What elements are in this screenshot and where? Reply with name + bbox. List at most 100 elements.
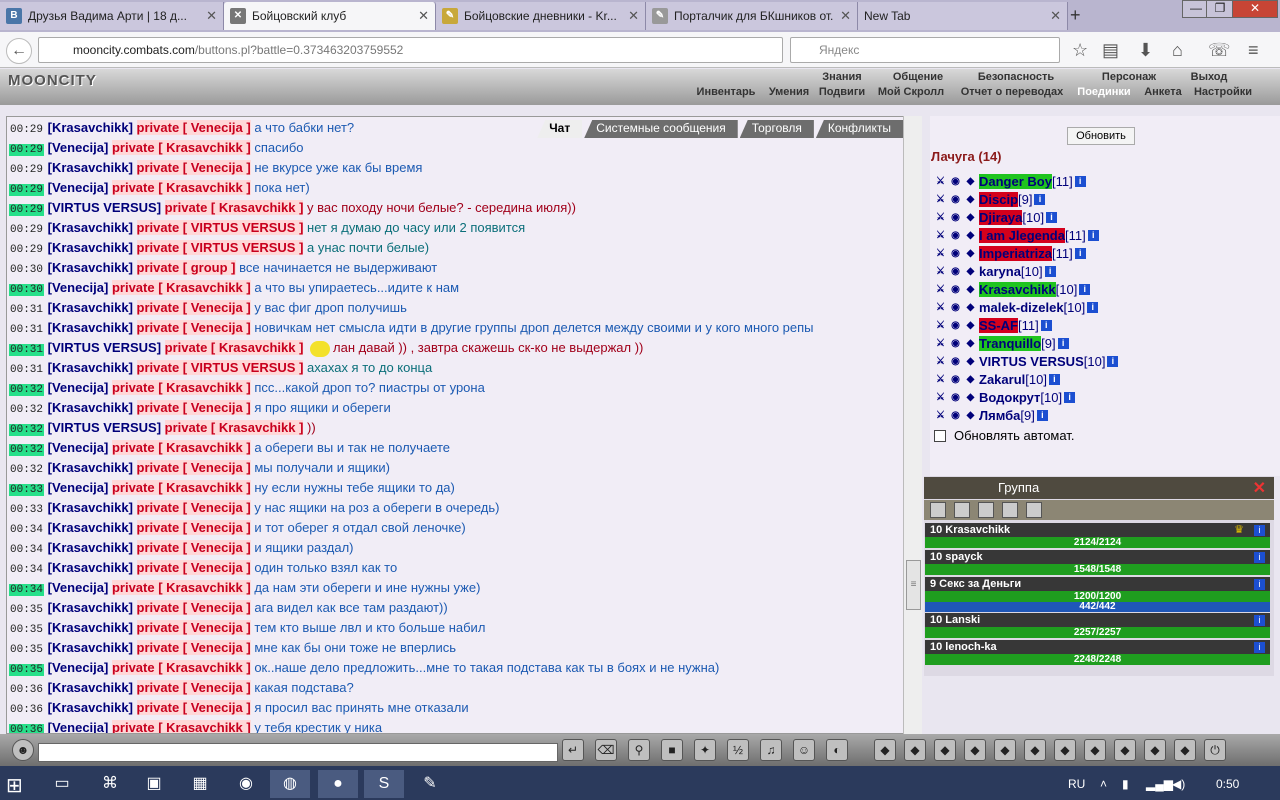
browser-tab[interactable]: ✎ Бойцовские дневники - Kr... ✕ xyxy=(436,2,646,30)
smiley-menu-icon[interactable]: ☻ xyxy=(12,739,34,761)
message-sender[interactable]: [Venecija] xyxy=(48,720,109,733)
refresh-button[interactable]: Обновить xyxy=(1067,127,1135,145)
scroll-icon[interactable]: ◆ xyxy=(994,739,1016,761)
player-name[interactable]: Водокрут xyxy=(979,390,1040,405)
game-menu-item[interactable]: Знания xyxy=(808,71,876,83)
message-sender[interactable]: [Venecija] xyxy=(48,280,109,295)
calculator-icon[interactable]: ▦ xyxy=(180,770,220,798)
message-sender[interactable]: [Krasavchikk] xyxy=(48,260,133,275)
group-action-icon[interactable] xyxy=(978,502,994,518)
info-icon[interactable]: i xyxy=(1046,211,1058,223)
private-recipient[interactable]: private [ Venecija ] xyxy=(136,640,251,655)
flag-icon[interactable]: ◆ xyxy=(1174,739,1196,761)
info-icon[interactable]: i xyxy=(1036,409,1048,421)
chat-tab[interactable]: Торговля xyxy=(739,120,814,138)
magic-icon[interactable]: ◆ xyxy=(904,739,926,761)
private-recipient[interactable]: private [ Venecija ] xyxy=(136,460,251,475)
player-name[interactable]: SS-AF xyxy=(979,317,1018,333)
group-action-icon[interactable] xyxy=(930,502,946,518)
private-recipient[interactable]: private [ Venecija ] xyxy=(136,320,251,335)
smile-icon[interactable]: ☺ xyxy=(793,739,815,761)
private-recipient[interactable]: private [ Krasavchikk ] xyxy=(111,380,251,395)
browser-tab[interactable]: В Друзья Вадима Арти | 18 д... ✕ xyxy=(0,2,224,30)
chat-tab[interactable]: Чат xyxy=(537,120,583,138)
game-submenu-item[interactable]: Поединки xyxy=(1072,86,1136,98)
close-icon[interactable]: ✕ xyxy=(1253,478,1266,498)
tab-close-icon[interactable]: ✕ xyxy=(206,8,217,24)
private-recipient[interactable]: private [ Venecija ] xyxy=(136,160,251,175)
message-sender[interactable]: [Krasavchikk] xyxy=(48,700,133,715)
private-recipient[interactable]: private [ Venecija ] xyxy=(136,540,251,555)
message-sender[interactable]: [Krasavchikk] xyxy=(48,540,133,555)
private-recipient[interactable]: private [ Venecija ] xyxy=(136,560,251,575)
private-recipient[interactable]: private [ Venecija ] xyxy=(136,700,251,715)
chat-tab[interactable]: Конфликты xyxy=(815,120,903,138)
message-sender[interactable]: [Krasavchikk] xyxy=(48,460,133,475)
start-button[interactable]: ⊞ xyxy=(6,773,23,798)
message-sender[interactable]: [Krasavchikk] xyxy=(48,620,133,635)
info-icon[interactable]: i xyxy=(1079,283,1091,295)
private-recipient[interactable]: private [ Venecija ] xyxy=(136,120,251,135)
window-close-button[interactable]: ✕ xyxy=(1232,0,1278,18)
info-icon[interactable]: i xyxy=(1034,193,1046,205)
browser-tab[interactable]: ✎ Порталчик для БКшников от... ✕ xyxy=(646,2,858,30)
menu-icon[interactable]: ≡ xyxy=(1248,40,1259,61)
potion-icon[interactable]: ◆ xyxy=(874,739,896,761)
divide-icon[interactable]: ½ xyxy=(727,739,749,761)
player-name[interactable]: Discip xyxy=(979,191,1019,207)
chat-scrollbar[interactable]: ≡ xyxy=(903,116,922,734)
phone-icon[interactable]: ☏ xyxy=(1208,40,1231,61)
private-recipient[interactable]: private [ Venecija ] xyxy=(136,500,251,515)
message-sender[interactable]: [Krasavchikk] xyxy=(48,320,133,335)
private-recipient[interactable]: private [ Krasavchikk ] xyxy=(164,420,304,435)
hide-icon[interactable]: ◐ xyxy=(826,739,848,761)
info-icon[interactable]: i xyxy=(1057,337,1069,349)
message-sender[interactable]: [Venecija] xyxy=(48,480,109,495)
game-submenu-item[interactable]: Настройки xyxy=(1190,86,1256,98)
friends-icon[interactable]: ◆ xyxy=(1114,739,1136,761)
message-sender[interactable]: [Krasavchikk] xyxy=(48,240,133,255)
tray-arrow-icon[interactable]: ˄ xyxy=(1100,777,1107,791)
clock[interactable]: 0:50 xyxy=(1216,777,1239,791)
speaker-icon[interactable]: ♫ xyxy=(760,739,782,761)
game-menu-item[interactable]: Общение xyxy=(880,71,956,83)
player-name[interactable]: malek-dizelek xyxy=(979,300,1064,315)
info-icon[interactable]: i xyxy=(1074,175,1086,187)
game-menu-item[interactable]: Безопасность xyxy=(960,71,1072,83)
info-icon[interactable]: i xyxy=(1087,229,1099,241)
game-submenu-item[interactable]: Умения xyxy=(764,86,814,98)
group-member[interactable]: 10 Lanski i 2257/2257 xyxy=(925,613,1270,639)
message-sender[interactable]: [Krasavchikk] xyxy=(48,600,133,615)
info-icon[interactable]: i xyxy=(1254,525,1265,536)
message-sender[interactable]: [Venecija] xyxy=(48,580,109,595)
private-recipient[interactable]: private [ Venecija ] xyxy=(136,620,251,635)
message-sender[interactable]: [VIRTUS VERSUS] xyxy=(48,340,161,355)
private-recipient[interactable]: private [ VIRTUS VERSUS ] xyxy=(136,240,304,255)
game-submenu-item[interactable]: Мой Скролл xyxy=(874,86,948,98)
tab-close-icon[interactable]: ✕ xyxy=(1050,8,1061,24)
message-sender[interactable]: [Venecija] xyxy=(48,180,109,195)
message-sender[interactable]: [Krasavchikk] xyxy=(48,220,133,235)
info-icon[interactable]: i xyxy=(1254,552,1265,563)
private-recipient[interactable]: private [ Krasavchikk ] xyxy=(111,580,251,595)
message-sender[interactable]: [Krasavchikk] xyxy=(48,560,133,575)
chat-input[interactable] xyxy=(38,743,558,762)
home-icon[interactable]: ⌂ xyxy=(1172,40,1183,61)
message-sender[interactable]: [Venecija] xyxy=(48,380,109,395)
app-icon[interactable]: ▣ xyxy=(134,770,174,798)
private-recipient[interactable]: private [ Venecija ] xyxy=(136,520,251,535)
private-recipient[interactable]: private [ Krasavchikk ] xyxy=(111,660,251,675)
quest-icon[interactable]: ◆ xyxy=(1024,739,1046,761)
message-sender[interactable]: [VIRTUS VERSUS] xyxy=(48,200,161,215)
autorefresh-option[interactable]: Обновлять автомат. xyxy=(934,428,1074,443)
browser-tab[interactable]: New Tab ✕ xyxy=(858,2,1068,30)
game-submenu-item[interactable]: Инвентарь xyxy=(690,86,762,98)
autorefresh-checkbox[interactable] xyxy=(934,429,946,442)
private-recipient[interactable]: private [ VIRTUS VERSUS ] xyxy=(136,360,304,375)
game-menu-item[interactable]: Выход xyxy=(1180,71,1238,83)
message-sender[interactable]: [VIRTUS VERSUS] xyxy=(48,420,161,435)
info-icon[interactable]: i xyxy=(1107,355,1119,367)
private-recipient[interactable]: private [ group ] xyxy=(136,260,236,275)
volume-icon[interactable]: ◀) xyxy=(1172,777,1185,791)
private-recipient[interactable]: private [ Venecija ] xyxy=(136,400,251,415)
